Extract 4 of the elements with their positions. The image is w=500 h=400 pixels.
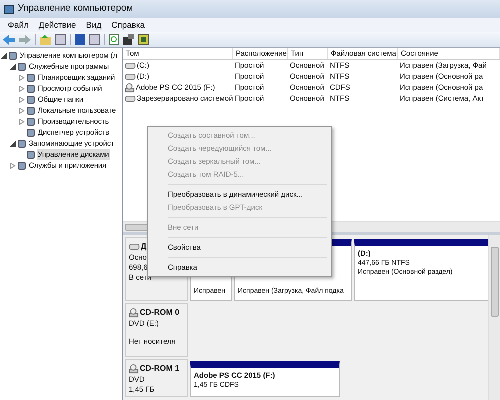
disk-name: CD-ROM 1 (140, 363, 180, 375)
window-title: Управление компьютером (18, 2, 134, 16)
disk-name: CD-ROM 0 (140, 307, 180, 319)
disk-name: Д (141, 241, 147, 253)
